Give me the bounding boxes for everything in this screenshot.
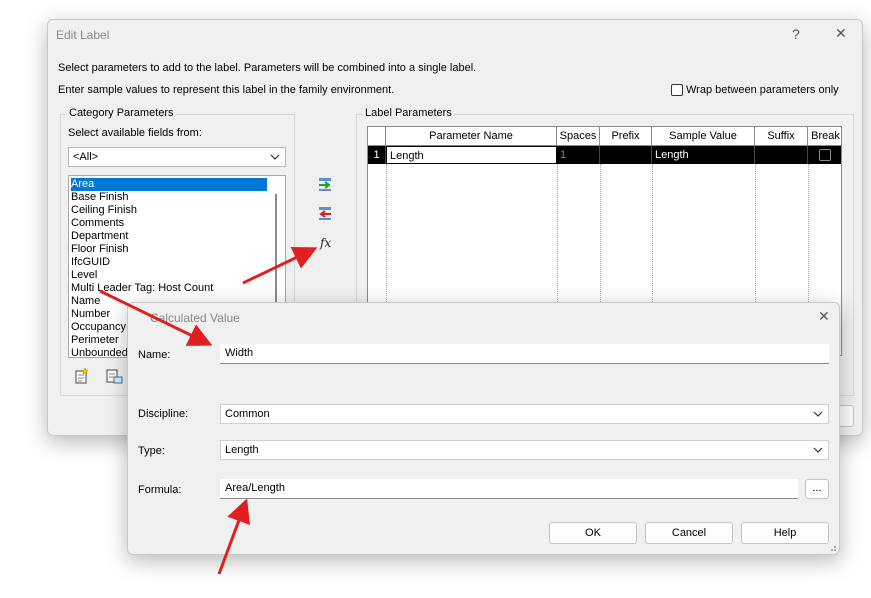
list-item[interactable]: Unbounded [71,347,128,357]
parameter-name-cell[interactable]: Length [386,146,557,164]
close-button[interactable]: ✕ [835,25,847,42]
column-header[interactable]: Break [808,127,841,146]
dialog-title: Calculated Value [150,311,240,325]
chevron-down-icon [270,154,280,160]
prefix-cell[interactable] [600,146,652,164]
label-parameters-label: Label Parameters [363,107,454,119]
dialog-title: Edit Label [56,28,110,42]
suffix-cell[interactable] [755,146,808,164]
wrap-checkbox[interactable] [671,84,683,96]
help-button[interactable]: Help [741,522,829,544]
browse-formula-button[interactable]: ... [805,479,829,499]
svg-text:fx: fx [319,236,331,250]
help-button[interactable]: ? [792,26,800,42]
instruction-text: Select parameters to add to the label. P… [58,62,477,74]
column-header[interactable]: Prefix [600,127,652,146]
cancel-button[interactable]: Cancel [645,522,733,544]
name-input[interactable]: Width [220,344,829,364]
edit-parameter-icon[interactable] [104,366,124,386]
list-item[interactable]: IfcGUID [71,256,110,269]
break-checkbox[interactable] [819,149,831,161]
discipline-value: Common [225,408,270,420]
resize-grip-icon[interactable] [827,542,837,552]
sample-value-cell[interactable]: Length [652,146,755,164]
remove-parameter-icon[interactable] [316,204,336,224]
select-fields-label: Select available fields from: [68,127,202,139]
add-parameter-icon[interactable] [316,175,336,195]
list-item[interactable]: Department [71,230,128,243]
type-label: Type: [138,445,165,457]
formula-label: Formula: [138,484,182,496]
discipline-dropdown[interactable]: Common [220,404,829,424]
type-value: Length [225,444,259,456]
new-parameter-icon[interactable] [72,366,92,386]
discipline-label: Discipline: [138,408,189,420]
list-item[interactable]: Ceiling Finish [71,204,137,217]
list-item[interactable]: Name [71,295,100,308]
column-header[interactable]: Parameter Name [386,127,557,146]
list-item[interactable]: Base Finish [71,191,128,204]
category-parameters-label: Category Parameters [67,107,176,119]
formula-input[interactable]: Area/Length [220,479,798,499]
column-header[interactable]: Spaces [557,127,600,146]
formula-value: Area/Length [225,482,285,494]
instruction-text-2: Enter sample values to represent this la… [58,84,395,96]
list-item[interactable]: Multi Leader Tag: Host Count [71,282,213,295]
column-header[interactable]: Suffix [755,127,808,146]
chevron-down-icon [813,411,823,417]
type-dropdown[interactable]: Length [220,440,829,460]
close-button[interactable]: ✕ [818,308,830,325]
column-header [368,127,386,146]
fields-from-dropdown[interactable]: <All> [68,147,286,167]
ok-button[interactable]: OK [549,522,637,544]
wrap-label: Wrap between parameters only [686,84,839,96]
list-item[interactable]: Level [71,269,97,282]
list-scrollbar[interactable] [275,194,277,314]
name-label: Name: [138,349,171,361]
spaces-cell[interactable]: 1 [557,146,600,164]
chevron-down-icon [813,447,823,453]
list-item[interactable]: Floor Finish [71,243,128,256]
name-value: Width [225,347,254,359]
list-item[interactable]: Area [71,178,267,191]
list-item[interactable]: Comments [71,217,124,230]
column-header[interactable]: Sample Value [652,127,755,146]
fx-icon[interactable]: fx [316,233,336,253]
list-item[interactable]: Perimeter [71,334,119,347]
calculated-value-dialog: Calculated Value ✕ Name: Width Disciplin… [127,302,840,555]
list-item[interactable]: Occupancy [71,321,126,334]
list-item[interactable]: Number [71,308,110,321]
fields-from-value: <All> [73,151,99,163]
row-index: 1 [368,146,386,164]
